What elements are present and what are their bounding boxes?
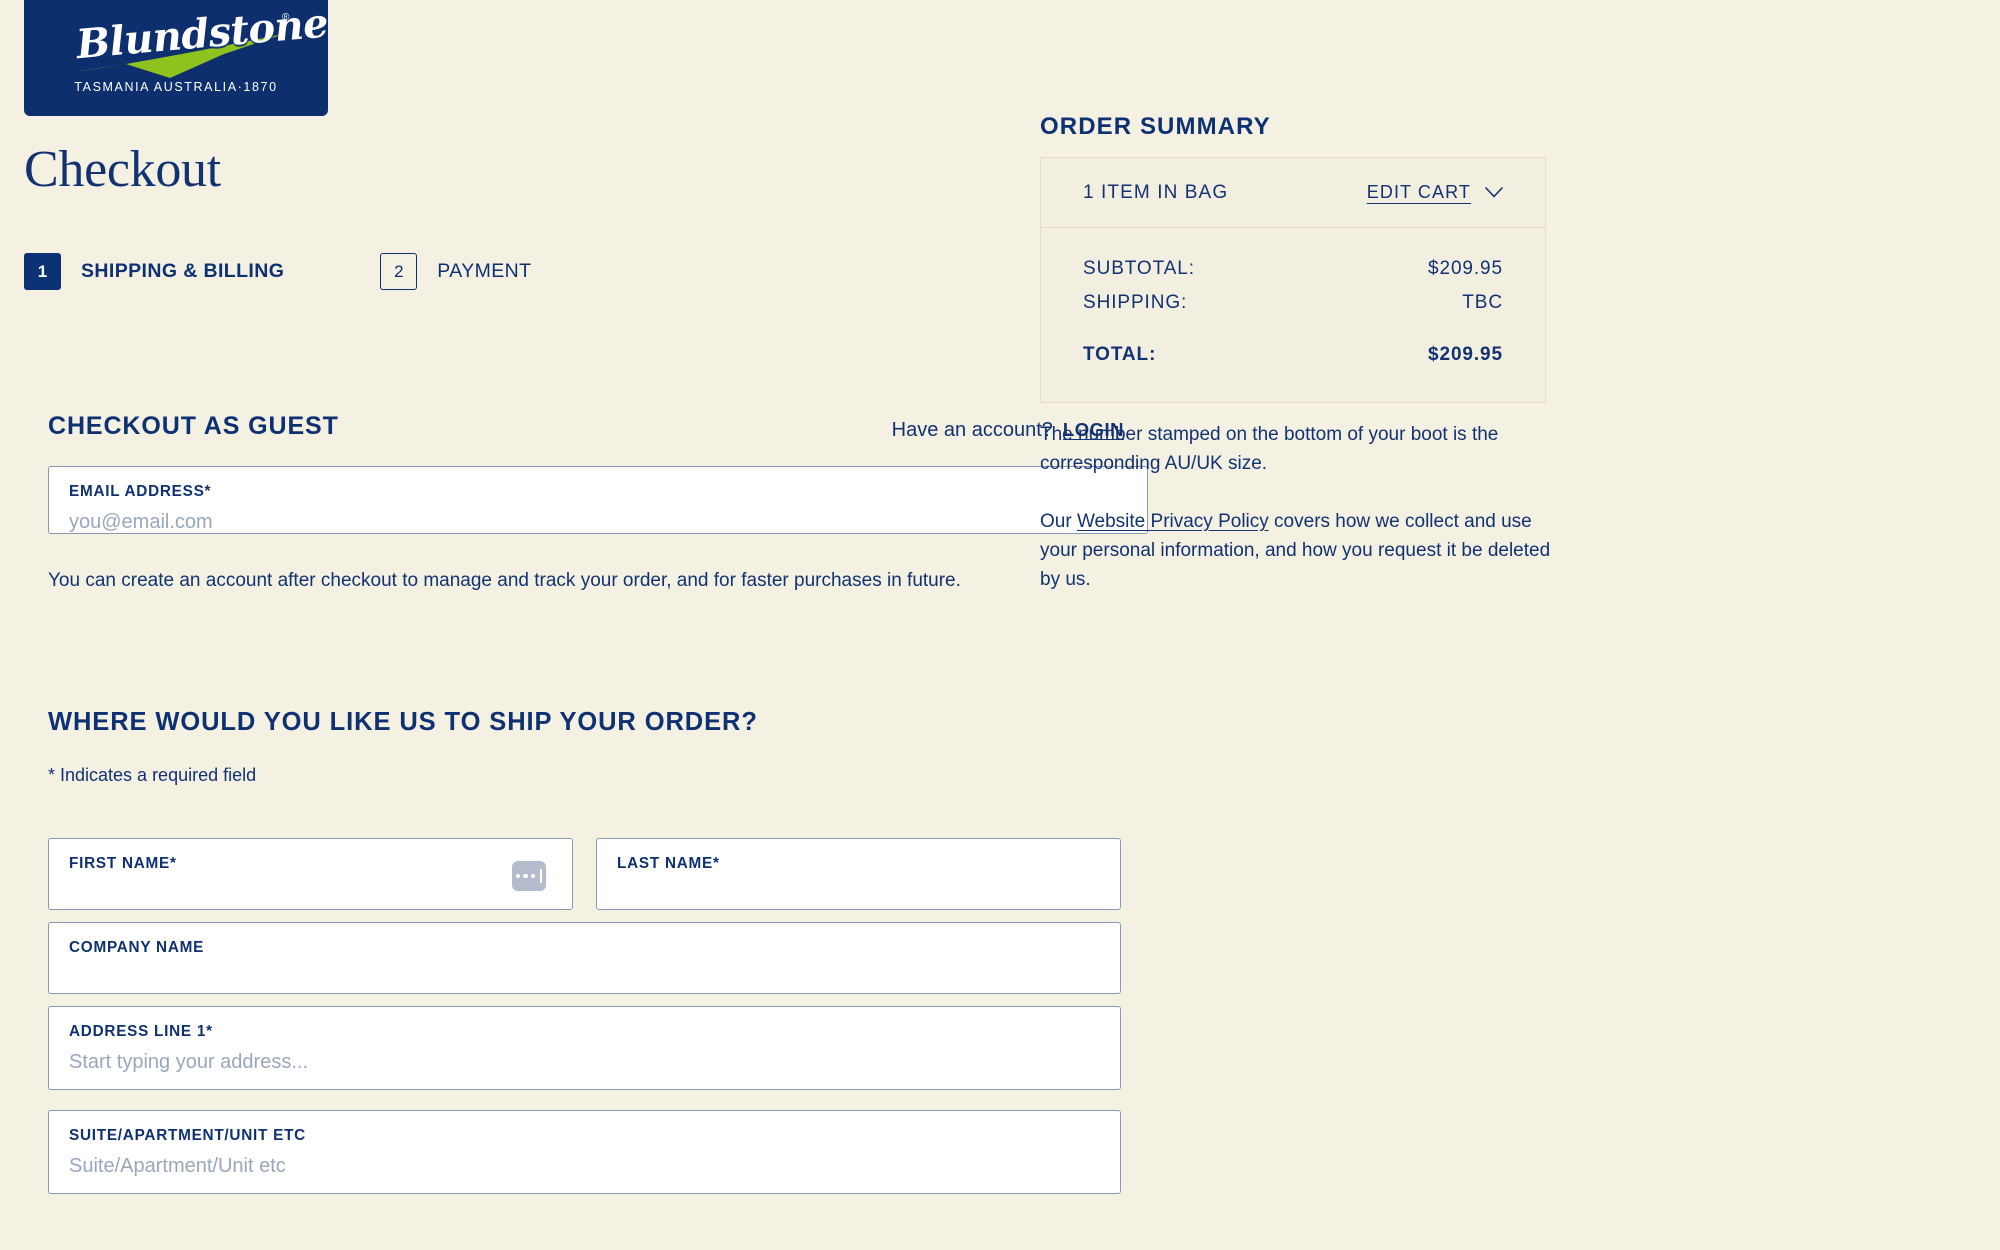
summary-row-shipping: SHIPPING: TBC xyxy=(1083,286,1503,320)
email-field[interactable]: EMAIL ADDRESS* you@email.com xyxy=(48,466,1148,534)
subtotal-label: SUBTOTAL: xyxy=(1083,258,1195,279)
checkout-steps: 1 SHIPPING & BILLING 2 PAYMENT xyxy=(24,253,531,290)
subtotal-value: $209.95 xyxy=(1428,258,1503,279)
total-value: $209.95 xyxy=(1428,344,1503,365)
step-label: SHIPPING & BILLING xyxy=(81,260,285,282)
logo-registered-mark: ® xyxy=(282,12,290,23)
privacy-note-before: Our xyxy=(1040,511,1077,532)
guest-helper-text: You can create an account after checkout… xyxy=(48,570,961,591)
company-name-field[interactable]: COMPANY NAME xyxy=(48,922,1121,994)
chevron-down-icon xyxy=(1485,187,1503,198)
have-account-text: Have an account? xyxy=(891,419,1053,441)
logo-tagline: TASMANIA AUSTRALIA·1870 xyxy=(74,80,278,94)
autofill-dot xyxy=(530,873,536,879)
autofill-dot xyxy=(515,873,521,879)
suite-field[interactable]: SUITE/APARTMENT/UNIT ETC Suite/Apartment… xyxy=(48,1110,1121,1194)
autofill-caret xyxy=(540,869,543,883)
total-label: TOTAL: xyxy=(1083,344,1157,365)
summary-row-subtotal: SUBTOTAL: $209.95 xyxy=(1083,252,1503,286)
first-name-field[interactable]: FIRST NAME* xyxy=(48,838,573,910)
guest-checkout-heading: CHECKOUT AS GUEST xyxy=(48,412,339,440)
first-name-label: FIRST NAME* xyxy=(69,855,177,872)
order-summary-header-row: 1 ITEM IN BAG EDIT CART xyxy=(1041,158,1545,228)
suite-label: SUITE/APARTMENT/UNIT ETC xyxy=(69,1127,306,1144)
last-name-field[interactable]: LAST NAME* xyxy=(596,838,1121,910)
boot-size-note: The number stamped on the bottom of your… xyxy=(1040,424,1499,474)
last-name-label: LAST NAME* xyxy=(617,855,720,872)
email-field-placeholder: you@email.com xyxy=(69,511,213,533)
step-shipping-billing[interactable]: 1 SHIPPING & BILLING xyxy=(24,253,284,290)
address-line-1-label: ADDRESS LINE 1* xyxy=(69,1023,213,1040)
order-summary-panel: 1 ITEM IN BAG EDIT CART SUBTOTAL: $209.9… xyxy=(1040,157,1546,403)
email-field-label: EMAIL ADDRESS* xyxy=(69,483,212,500)
shipping-label: SHIPPING: xyxy=(1083,292,1188,313)
order-summary-totals: SUBTOTAL: $209.95 SHIPPING: TBC TOTAL: $… xyxy=(1041,228,1545,402)
order-summary-heading: ORDER SUMMARY xyxy=(1040,113,1271,140)
autofill-icon[interactable] xyxy=(512,861,546,891)
website-privacy-policy-link[interactable]: Website Privacy Policy xyxy=(1077,511,1269,532)
shipping-heading: WHERE WOULD YOU LIKE US TO SHIP YOUR ORD… xyxy=(48,708,758,736)
privacy-note: Our Website Privacy Policy covers how we… xyxy=(1040,507,1552,594)
company-name-label: COMPANY NAME xyxy=(69,939,205,956)
edit-cart-label: EDIT CART xyxy=(1366,182,1471,202)
step-label: PAYMENT xyxy=(437,260,532,282)
step-number: 2 xyxy=(380,253,418,290)
required-field-note: * Indicates a required field xyxy=(48,765,257,785)
edit-cart-button[interactable]: EDIT CART xyxy=(1367,182,1503,203)
brand-logo[interactable]: Blundstone ® TASMANIA AUSTRALIA·1870 xyxy=(24,0,328,116)
step-payment[interactable]: 2 PAYMENT xyxy=(380,253,531,290)
address-line-1-field[interactable]: ADDRESS LINE 1* Start typing your addres… xyxy=(48,1006,1121,1090)
shipping-value: TBC xyxy=(1462,292,1503,313)
logo-inner: Blundstone ® TASMANIA AUSTRALIA·1870 xyxy=(24,0,328,116)
step-number: 1 xyxy=(24,253,61,290)
suite-placeholder: Suite/Apartment/Unit etc xyxy=(69,1155,286,1177)
page-title: Checkout xyxy=(24,141,221,198)
address-line-1-placeholder: Start typing your address... xyxy=(69,1051,309,1073)
autofill-dot xyxy=(523,873,528,879)
bag-item-count: 1 ITEM IN BAG xyxy=(1083,181,1229,203)
summary-row-total: TOTAL: $209.95 xyxy=(1083,338,1503,372)
